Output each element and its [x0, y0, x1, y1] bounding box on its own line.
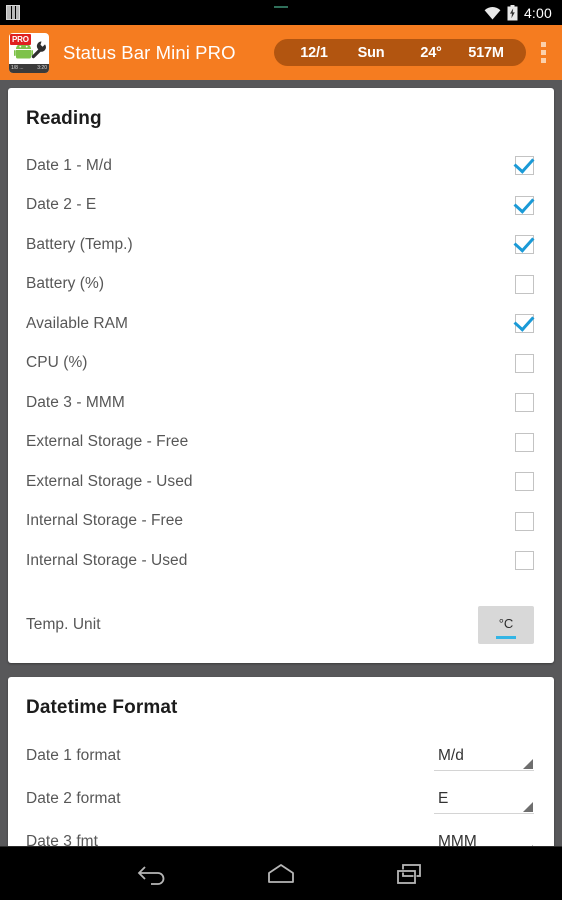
reading-row-label: Date 1 - M/d [26, 156, 112, 174]
preview-temperature: 24° [420, 44, 442, 61]
datetime-format-value: E [438, 789, 449, 807]
status-bar-left [6, 5, 20, 20]
recents-icon[interactable] [385, 853, 433, 895]
reading-row[interactable]: Available RAM [26, 304, 536, 344]
reading-row[interactable]: Date 3 - MMM [26, 383, 536, 423]
datetime-card-title: Datetime Format [26, 696, 178, 718]
datetime-format-spinner[interactable]: MMM [434, 827, 534, 846]
datetime-format-list: Date 1 format M/d Date 2 format E Date 3 fmt… [26, 735, 536, 846]
reading-row[interactable]: External Storage - Used [26, 462, 536, 502]
reading-row-checkbox[interactable] [515, 235, 534, 255]
reading-row-checkbox[interactable] [515, 314, 534, 334]
datetime-format-label: Date 3 fmt [26, 833, 98, 846]
reading-row-label: Date 3 - MMM [26, 393, 125, 411]
reading-row-checkbox[interactable] [515, 195, 534, 215]
reading-row-label: Available RAM [26, 314, 129, 332]
datetime-format-value: MMM [438, 832, 477, 847]
reading-row-label: External Storage - Used [26, 472, 193, 490]
back-icon[interactable] [129, 853, 177, 895]
reading-row-checkbox[interactable] [515, 432, 534, 452]
settings-scroll-area[interactable]: Reading Date 1 - M/d Date 2 - E Battery (T… [0, 80, 562, 846]
reading-row-checkbox[interactable] [515, 551, 534, 571]
temp-unit-selector[interactable]: °C [478, 605, 534, 644]
overflow-menu-icon[interactable] [530, 33, 556, 73]
reading-row-checkbox[interactable] [515, 393, 534, 413]
battery-charging-icon [507, 4, 518, 21]
reading-row[interactable]: Internal Storage - Used [26, 541, 536, 581]
temp-unit-label: Temp. Unit [26, 615, 101, 633]
app-icon-status-strip: 1/8 ... 3:20 [9, 63, 49, 73]
reading-row-label: Date 2 - E [26, 196, 97, 214]
datetime-format-spinner[interactable]: M/d [434, 741, 534, 771]
reading-row[interactable]: Date 1 - M/d [26, 146, 536, 186]
overflow-dot-2 [540, 50, 546, 55]
reading-row[interactable]: CPU (%) [26, 344, 536, 384]
app-bar: PRO 1/8 ... 3:20 Status Bar Mini PRO 12/… [0, 25, 562, 80]
reading-row-label: Internal Storage - Used [26, 551, 188, 569]
reading-row[interactable]: Battery (%) [26, 265, 536, 305]
app-icon-strip-left: 1/8 ... [11, 65, 24, 71]
reading-row-checkbox[interactable] [515, 353, 534, 373]
app-logo-icon: PRO 1/8 ... 3:20 [9, 32, 49, 73]
wrench-icon [31, 41, 46, 59]
temp-unit-value: °C [498, 615, 514, 631]
preview-date1: 12/1 [300, 44, 328, 61]
status-bar-right: 4:00 [484, 4, 552, 21]
wifi-icon [484, 6, 501, 20]
datetime-format-spinner[interactable]: E [434, 784, 534, 814]
reading-row[interactable]: Battery (Temp.) [26, 225, 536, 265]
status-bar-clock: 4:00 [523, 4, 552, 21]
overflow-dot-1 [540, 42, 546, 47]
reading-spacer [26, 581, 536, 597]
notification-dash-icon [274, 6, 288, 8]
home-icon[interactable] [257, 853, 305, 895]
system-status-bar: 4:00 [0, 0, 562, 25]
reading-row-checkbox[interactable] [515, 511, 534, 531]
temp-unit-row: Temp. Unit °C [26, 597, 536, 653]
datetime-format-row[interactable]: Date 2 format E [26, 778, 536, 821]
device-screen: 4:00 PRO 1/8 ... 3:20 Status Bar Mini PR… [0, 0, 562, 900]
datetime-format-row[interactable]: Date 3 fmt MMM [26, 821, 536, 846]
datetime-format-label: Date 1 format [26, 747, 121, 764]
datetime-format-label: Date 2 format [26, 790, 121, 807]
app-icon-strip-right: 3:20 [37, 65, 47, 71]
reading-row-checkbox[interactable] [515, 472, 534, 492]
reading-row-checkbox[interactable] [515, 156, 534, 176]
reading-row[interactable]: Internal Storage - Free [26, 502, 536, 542]
reading-row-label: Battery (%) [26, 275, 105, 293]
datetime-format-card: Datetime Format Date 1 format M/d Date 2 f… [8, 676, 554, 846]
reading-row-label: Internal Storage - Free [26, 512, 184, 530]
preview-date2: Sun [357, 44, 385, 61]
reading-row-label: CPU (%) [26, 354, 88, 372]
reading-row-label: External Storage - Free [26, 433, 189, 451]
app-title: Status Bar Mini PRO [63, 41, 236, 63]
status-bar-preview[interactable]: 12/1 Sun 24° 517M [274, 39, 526, 66]
reading-row-label: Battery (Temp.) [26, 235, 133, 253]
system-navigation-bar [0, 846, 562, 900]
overflow-dot-3 [540, 58, 546, 63]
reading-row[interactable]: Date 2 - E [26, 186, 536, 226]
reading-card: Reading Date 1 - M/d Date 2 - E Battery (T… [8, 88, 554, 663]
reading-row[interactable]: External Storage - Free [26, 423, 536, 463]
reading-bottom-pad [26, 653, 536, 663]
pro-badge: PRO [10, 33, 31, 45]
datetime-format-row[interactable]: Date 1 format M/d [26, 735, 536, 778]
datetime-format-value: M/d [438, 746, 464, 764]
reading-card-title: Reading [26, 108, 102, 129]
sim-card-icon [6, 5, 20, 20]
reading-row-checkbox[interactable] [515, 274, 534, 294]
reading-item-list: Date 1 - M/d Date 2 - E Battery (Temp.) Bat… [26, 146, 536, 581]
preview-ram: 517M [468, 44, 504, 61]
